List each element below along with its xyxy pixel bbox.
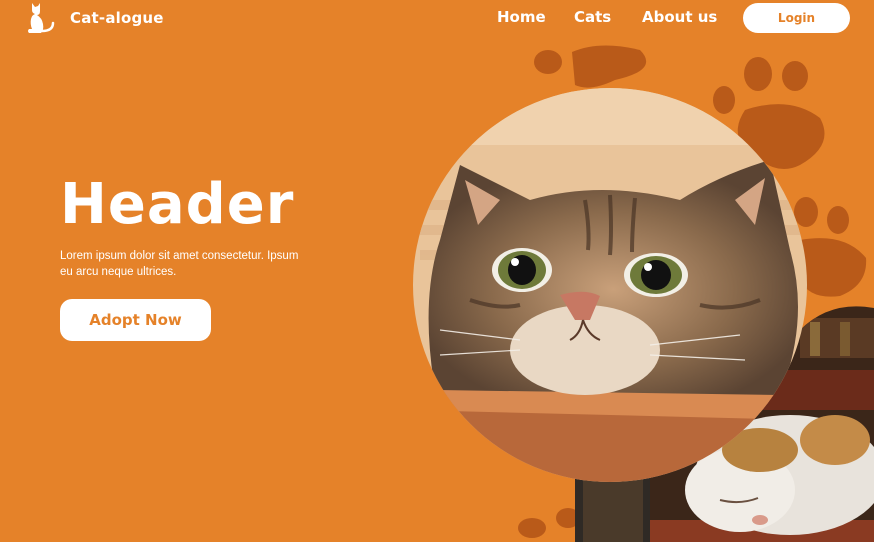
brand-logo[interactable]: Cat-alogue <box>26 2 164 34</box>
login-button[interactable]: Login <box>743 3 850 33</box>
nav-link-cats[interactable]: Cats <box>574 8 611 26</box>
nav-link-home[interactable]: Home <box>497 8 546 26</box>
hero-title: Header <box>60 172 295 237</box>
adopt-now-button[interactable]: Adopt Now <box>60 299 211 341</box>
paw-print-bottom <box>518 508 580 538</box>
cat-silhouette-icon <box>28 3 55 33</box>
brand-name: Cat-alogue <box>70 9 164 27</box>
nav-link-about-us[interactable]: About us <box>642 8 717 26</box>
paw-print-top <box>534 45 647 88</box>
hero-subtitle: Lorem ipsum dolor sit amet consectetur. … <box>60 250 299 278</box>
